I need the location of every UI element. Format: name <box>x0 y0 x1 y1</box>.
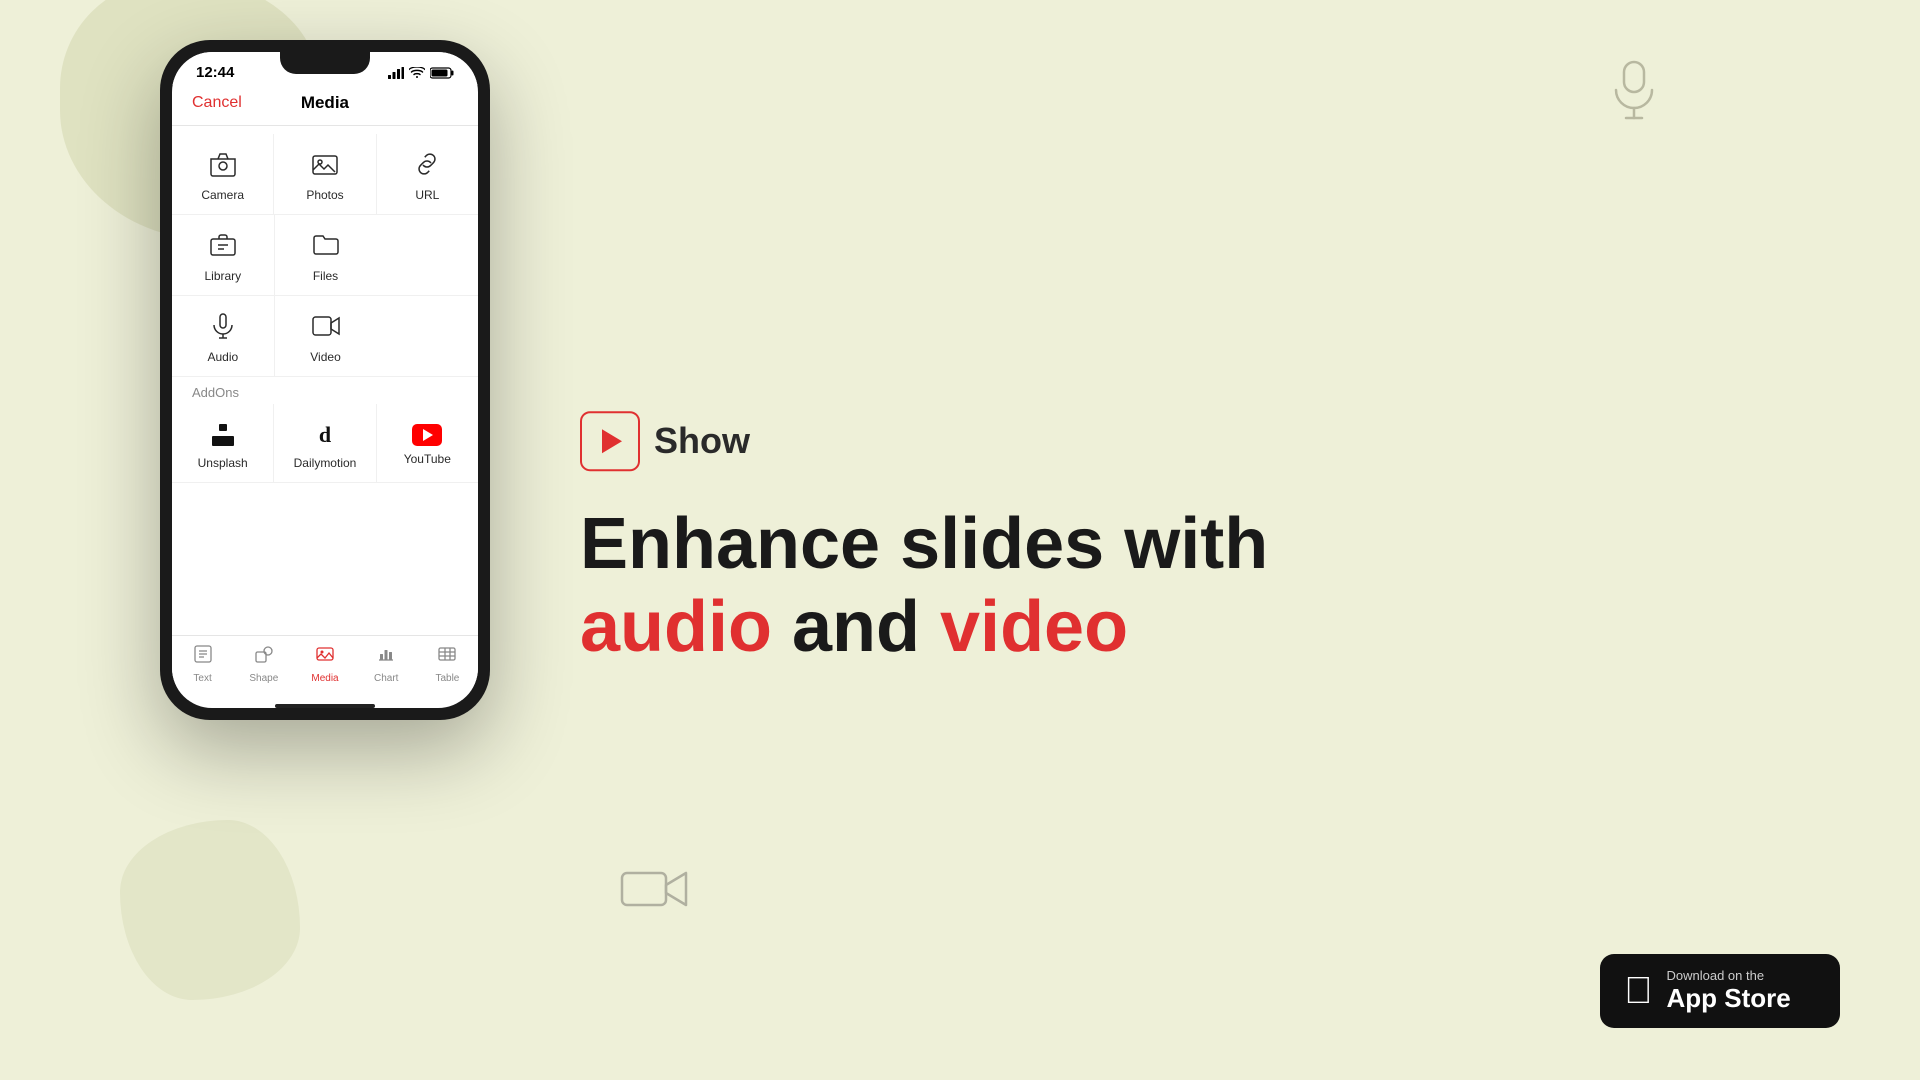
tab-chart-icon <box>376 644 396 670</box>
headline: Enhance slides with audio and video <box>580 503 1840 669</box>
store-text-group: Download on the App Store <box>1667 968 1791 1014</box>
files-label: Files <box>313 269 338 283</box>
media-title: Media <box>301 93 349 113</box>
media-item-video[interactable]: Video <box>275 296 377 376</box>
show-play-icon <box>602 429 622 453</box>
wifi-icon <box>409 67 425 79</box>
media-row-1: Camera Photos <box>172 134 478 215</box>
media-header: Cancel Media <box>172 85 478 126</box>
photos-label: Photos <box>306 188 343 202</box>
unsplash-label: Unsplash <box>198 456 248 470</box>
media-item-audio[interactable]: Audio <box>172 296 275 376</box>
tab-text-label: Text <box>193 673 211 684</box>
media-item-library[interactable]: Library <box>172 215 275 295</box>
url-icon <box>413 150 441 182</box>
status-time: 12:44 <box>196 64 234 81</box>
audio-icon <box>209 312 237 344</box>
media-grid: Camera Photos <box>172 126 478 635</box>
tab-media[interactable]: Media <box>294 644 355 684</box>
video-icon-phone <box>312 312 340 344</box>
camera-icon <box>209 150 237 182</box>
tab-shape[interactable]: Shape <box>233 644 294 684</box>
photos-icon <box>311 150 339 182</box>
addons-row: Unsplash d Dailymotion <box>172 404 478 483</box>
media-item-camera[interactable]: Camera <box>172 134 274 214</box>
library-icon <box>209 231 237 263</box>
camera-label: Camera <box>201 188 244 202</box>
tab-shape-label: Shape <box>249 673 278 684</box>
media-item-unsplash[interactable]: Unsplash <box>172 404 274 482</box>
status-icons <box>388 67 454 79</box>
url-label: URL <box>415 188 439 202</box>
app-store-button[interactable]:  Download on the App Store <box>1600 954 1840 1028</box>
tab-table[interactable]: Table <box>417 644 478 684</box>
phone-notch <box>280 52 370 74</box>
store-small-text: Download on the <box>1667 968 1791 983</box>
signal-icon <box>388 67 404 79</box>
media-row-3: Audio Video <box>172 296 478 377</box>
tab-media-icon <box>315 644 335 670</box>
tab-table-icon <box>437 644 457 670</box>
apple-logo-icon:  <box>1624 972 1653 1010</box>
right-content: Show Enhance slides with audio and video <box>580 411 1840 669</box>
decorative-blob-bottom <box>120 820 300 1000</box>
library-label: Library <box>204 269 241 283</box>
tab-bar: Text Shape <box>172 635 478 700</box>
headline-video: video <box>940 587 1128 667</box>
unsplash-icon <box>208 420 238 450</box>
tab-table-label: Table <box>435 673 459 684</box>
addons-label: AddOns <box>172 377 478 404</box>
headline-audio: audio <box>580 587 772 667</box>
tab-chart[interactable]: Chart <box>356 644 417 684</box>
microphone-icon <box>1608 60 1660 125</box>
home-indicator <box>275 704 375 708</box>
youtube-icon <box>412 424 442 446</box>
audio-label: Audio <box>207 350 238 364</box>
store-big-text: App Store <box>1667 983 1791 1014</box>
media-item-youtube[interactable]: YouTube <box>377 408 478 478</box>
media-item-url[interactable]: URL <box>377 134 478 214</box>
media-item-photos[interactable]: Photos <box>274 134 376 214</box>
tab-text[interactable]: Text <box>172 644 233 684</box>
tab-media-label: Media <box>311 673 338 684</box>
show-text: Show <box>654 420 750 462</box>
headline-part1: Enhance slides with <box>580 504 1268 584</box>
tab-chart-label: Chart <box>374 673 398 684</box>
media-item-files[interactable]: Files <box>275 215 377 295</box>
media-row-2: Library Files <box>172 215 478 296</box>
phone-mockup: 12:44 <box>160 40 490 720</box>
show-icon-box <box>580 411 640 471</box>
dailymotion-icon: d <box>310 420 340 450</box>
headline-and: and <box>772 587 940 667</box>
youtube-label: YouTube <box>404 452 451 466</box>
cancel-button[interactable]: Cancel <box>192 94 242 112</box>
show-badge: Show <box>580 411 1840 471</box>
media-item-dailymotion[interactable]: d Dailymotion <box>274 404 376 482</box>
tab-text-icon <box>193 644 213 670</box>
video-camera-icon <box>620 863 690 920</box>
files-icon <box>312 231 340 263</box>
tab-shape-icon <box>254 644 274 670</box>
addons-section: AddOns <box>172 377 478 483</box>
video-label: Video <box>310 350 340 364</box>
dailymotion-label: Dailymotion <box>294 456 357 470</box>
battery-icon <box>430 67 454 79</box>
